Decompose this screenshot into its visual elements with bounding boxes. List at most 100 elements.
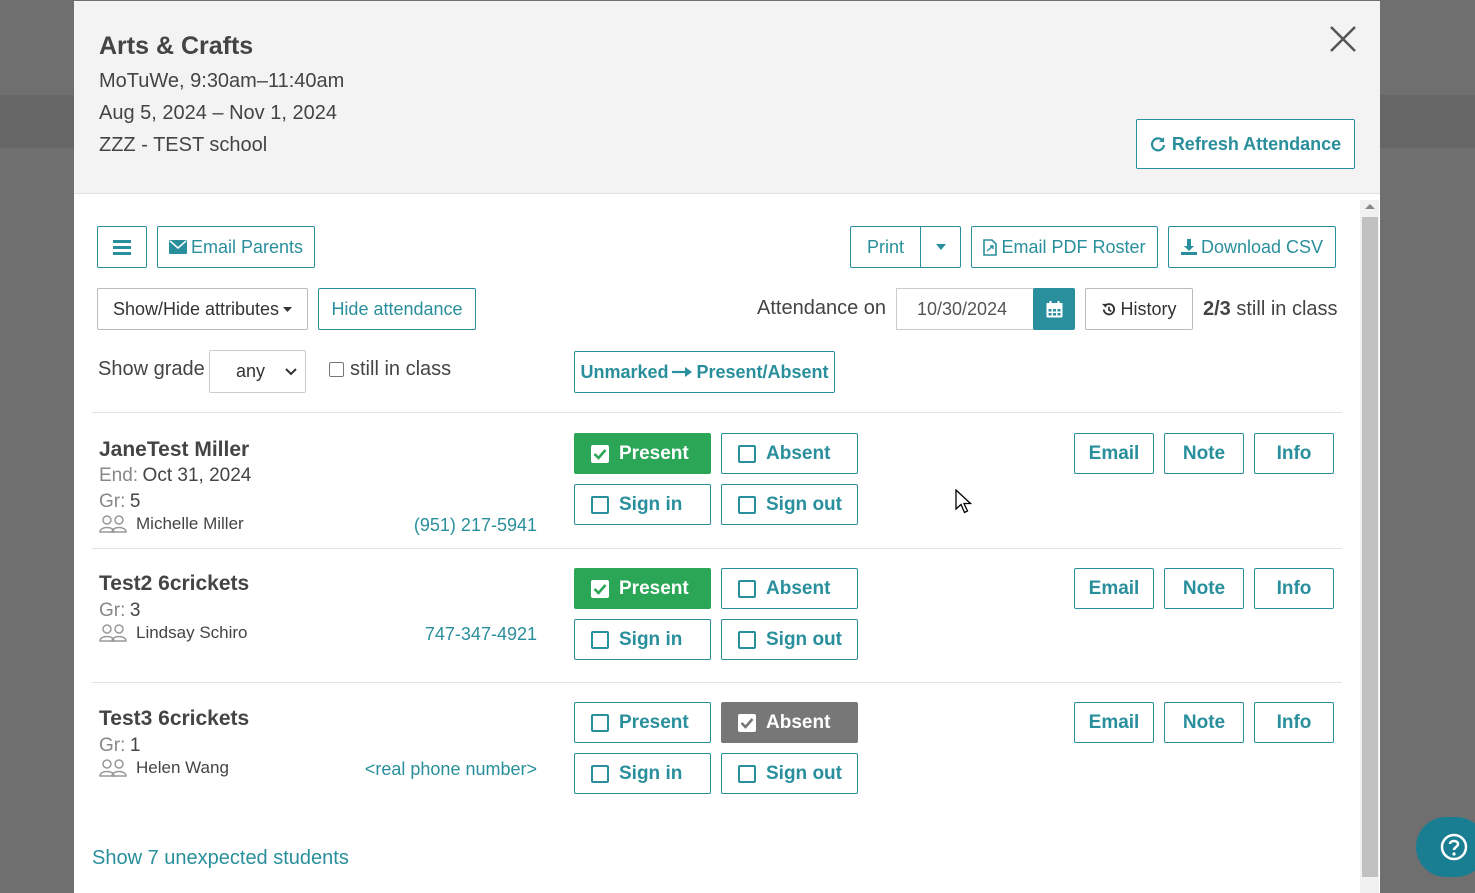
email-student-button[interactable]: Email: [1074, 568, 1154, 609]
calendar-button[interactable]: [1033, 288, 1075, 330]
caret-down-icon: [283, 306, 293, 312]
note-student-label: Note: [1182, 577, 1226, 599]
checkbox-icon: [591, 495, 609, 514]
parent-phone-link[interactable]: 747-347-4921: [425, 624, 537, 645]
modal-header: Arts & Crafts MoTuWe, 9:30am–11:40am Aug…: [74, 1, 1380, 194]
unmarked-to-present-absent-button[interactable]: Unmarked Present/Absent: [574, 351, 835, 393]
grade-select[interactable]: any: [209, 350, 306, 393]
download-csv-label: Download CSV: [1200, 236, 1324, 257]
sign-out-toggle-label: Sign out: [766, 493, 842, 515]
scroll-up-arrow-icon[interactable]: [1365, 204, 1375, 209]
sign-in-toggle[interactable]: Sign in: [574, 619, 711, 660]
end-label: End:: [99, 465, 139, 486]
checkbox-icon: [591, 713, 609, 732]
show-hide-attributes-button[interactable]: Show/Hide attributes: [97, 288, 308, 330]
show-unexpected-students-link[interactable]: Show 7 unexpected students: [92, 847, 349, 870]
sign-out-toggle[interactable]: Sign out: [721, 484, 858, 525]
still-in-class-count-text: still in class: [1236, 298, 1338, 320]
download-csv-button[interactable]: Download CSV: [1168, 226, 1336, 268]
print-button[interactable]: Print: [850, 226, 921, 268]
arrow-right-icon: [672, 367, 693, 377]
present-toggle-label: Present: [619, 442, 689, 464]
help-button[interactable]: [1416, 817, 1475, 877]
question-circle-icon: [1440, 833, 1468, 861]
still-in-class-checkbox[interactable]: [329, 362, 344, 377]
class-school: ZZZ - TEST school: [99, 134, 268, 156]
checkbox-icon: [738, 444, 756, 463]
note-student-button[interactable]: Note: [1164, 433, 1244, 474]
still-in-class-filter[interactable]: still in class: [329, 358, 451, 381]
history-label: History: [1120, 298, 1177, 319]
chevron-down-icon: [285, 368, 297, 376]
sign-out-toggle[interactable]: Sign out: [721, 753, 858, 794]
hide-attendance-label: Hide attendance: [331, 298, 463, 319]
checkbox-icon: [591, 630, 609, 649]
attendance-date-input[interactable]: 10/30/2024: [896, 288, 1034, 330]
hamburger-icon: [113, 240, 131, 255]
email-student-label: Email: [1088, 442, 1140, 464]
sign-in-toggle[interactable]: Sign in: [574, 753, 711, 794]
info-student-button[interactable]: Info: [1254, 702, 1334, 743]
menu-button[interactable]: [97, 226, 147, 268]
divider: [92, 412, 1342, 413]
caret-down-icon: [935, 244, 946, 250]
grade-value: 1: [129, 735, 141, 756]
sign-in-toggle-label: Sign in: [619, 628, 683, 650]
unmarked-label: Unmarked: [580, 361, 669, 382]
email-student-button[interactable]: Email: [1074, 433, 1154, 474]
checkbox-icon: [591, 764, 609, 783]
refresh-label: Refresh Attendance: [1171, 133, 1342, 154]
email-pdf-roster-button[interactable]: Email PDF Roster: [971, 226, 1158, 268]
grade-label: Gr:: [99, 600, 126, 621]
class-dates: Aug 5, 2024 – Nov 1, 2024: [99, 102, 337, 124]
info-student-button[interactable]: Info: [1254, 568, 1334, 609]
checkbox-icon: [738, 495, 756, 514]
grade-label: Gr:: [99, 491, 126, 512]
checkbox-icon: [738, 579, 756, 598]
absent-toggle[interactable]: Absent: [721, 702, 858, 743]
present-toggle[interactable]: Present: [574, 433, 711, 474]
email-student-button[interactable]: Email: [1074, 702, 1154, 743]
mouse-cursor-icon: [955, 489, 973, 514]
parent-phone-link[interactable]: <real phone number>: [365, 759, 537, 780]
present-toggle[interactable]: Present: [574, 702, 711, 743]
parents-icon: [99, 515, 127, 533]
parent-phone-link[interactable]: (951) 217-5941: [414, 515, 537, 536]
sign-in-toggle-label: Sign in: [619, 762, 683, 784]
scrollbar-thumb[interactable]: [1362, 217, 1378, 877]
email-student-label: Email: [1088, 577, 1140, 599]
print-dropdown-toggle[interactable]: [920, 226, 961, 268]
parent-info: Lindsay Schiro: [99, 623, 248, 643]
close-icon[interactable]: [1327, 23, 1359, 55]
student-grade: Gr: 1: [99, 735, 140, 757]
envelope-icon: [168, 240, 187, 254]
file-pdf-icon: [983, 238, 998, 256]
checkbox-icon: [738, 764, 756, 783]
class-title: Arts & Crafts: [99, 32, 254, 60]
parents-icon: [99, 624, 127, 642]
refresh-attendance-button[interactable]: Refresh Attendance: [1136, 119, 1355, 169]
email-student-label: Email: [1088, 711, 1140, 733]
grade-label: Gr:: [99, 735, 126, 756]
sign-in-toggle[interactable]: Sign in: [574, 484, 711, 525]
class-schedule: MoTuWe, 9:30am–11:40am: [99, 70, 345, 92]
download-icon: [1180, 239, 1197, 255]
note-student-button[interactable]: Note: [1164, 702, 1244, 743]
present-toggle[interactable]: Present: [574, 568, 711, 609]
info-student-label: Info: [1276, 711, 1312, 733]
note-student-button[interactable]: Note: [1164, 568, 1244, 609]
parent-info: Helen Wang: [99, 758, 229, 778]
sign-out-toggle[interactable]: Sign out: [721, 619, 858, 660]
checkbox-checked-icon: [738, 713, 756, 732]
parent-name: Michelle Miller: [136, 514, 244, 533]
email-parents-button[interactable]: Email Parents: [157, 226, 315, 268]
checkbox-checked-icon: [591, 444, 609, 463]
parent-name: Lindsay Schiro: [136, 623, 248, 642]
student-end-date: End: Oct 31, 2024: [99, 465, 251, 487]
absent-toggle[interactable]: Absent: [721, 433, 858, 474]
info-student-button[interactable]: Info: [1254, 433, 1334, 474]
absent-toggle[interactable]: Absent: [721, 568, 858, 609]
hide-attendance-button[interactable]: Hide attendance: [318, 288, 476, 330]
history-button[interactable]: History: [1085, 288, 1193, 330]
info-student-label: Info: [1276, 442, 1312, 464]
